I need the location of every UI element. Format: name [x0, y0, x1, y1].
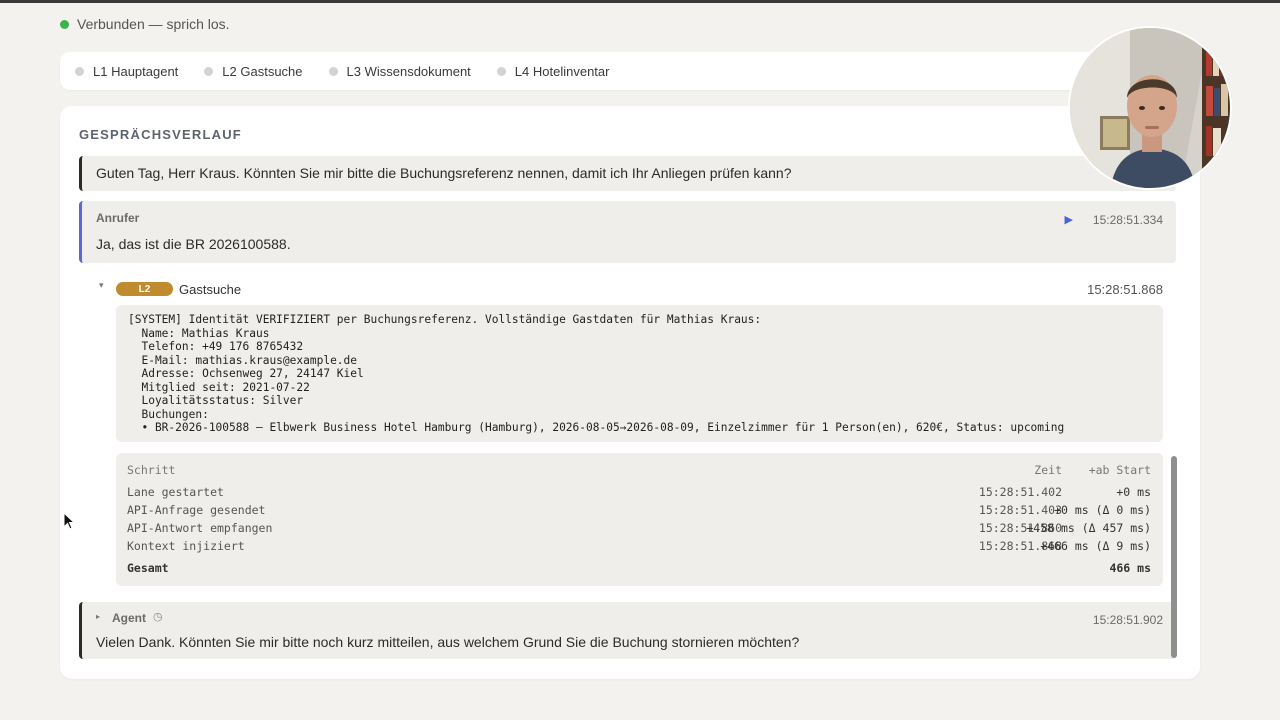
lane-dot-icon	[204, 66, 214, 76]
header-delta: +ab Start	[1088, 463, 1151, 477]
header-step: Schritt	[127, 463, 176, 477]
play-icon[interactable]: ▶	[1065, 213, 1073, 226]
timing-table: Schritt Zeit +ab Start Lane gestartet 15…	[116, 453, 1163, 586]
message-text: Vielen Dank. Könnten Sie mir bitte noch …	[96, 634, 800, 650]
status-dot-icon	[60, 19, 69, 29]
lane-label: L2 Gastsuche	[222, 63, 303, 79]
message-timestamp: 15:28:51.334	[1092, 213, 1163, 227]
tool-call-header[interactable]: ▾ L2 Gastsuche 15:28:51.868	[79, 280, 1176, 300]
timing-total-row: Gesamt 466 ms	[127, 561, 1151, 575]
timing-row: Lane gestartet 15:28:51.402 +0 ms	[127, 485, 1151, 499]
timing-row: API-Anfrage gesendet 15:28:51.403 +0 ms …	[127, 503, 1151, 517]
message-text: Ja, das ist die BR 2026100588.	[96, 236, 291, 252]
timing-delta: +0 ms (Δ 0 ms)	[1054, 503, 1151, 517]
timing-step: Kontext injiziert	[127, 539, 245, 553]
expand-caret-icon[interactable]: ▸	[96, 612, 100, 621]
timing-time: 15:28:51.402	[978, 485, 1062, 499]
caller-message: Anrufer ▶ 15:28:51.334 Ja, das ist die B…	[79, 201, 1176, 263]
scrollbar-thumb[interactable]	[1171, 456, 1177, 658]
timing-delta: +0 ms	[1116, 485, 1151, 499]
header-time: Zeit	[1034, 463, 1062, 477]
clock-icon: ◷	[153, 611, 163, 623]
speaker-label: Agent	[112, 611, 146, 625]
agent-message: Guten Tag, Herr Kraus. Könnten Sie mir b…	[79, 156, 1176, 191]
lane-l3[interactable]: L3 Wissensdokument	[328, 63, 471, 79]
timing-delta: +458 ms (Δ 457 ms)	[1026, 521, 1151, 535]
agent-message: ▸ Agent ◷ 15:28:51.902 Vielen Dank. Könn…	[79, 602, 1176, 659]
webcam-avatar	[1068, 26, 1232, 190]
tool-name: Gastsuche	[179, 282, 242, 297]
collapse-caret-icon[interactable]: ▾	[99, 280, 104, 291]
lane-badge: L2	[116, 282, 173, 296]
lane-l2[interactable]: L2 Gastsuche	[204, 63, 303, 79]
timing-header-row: Schritt Zeit +ab Start	[127, 463, 1151, 477]
panel-title: GESPRÄCHSVERLAUF	[79, 127, 242, 142]
lane-dot-icon	[328, 66, 338, 76]
total-label: Gesamt	[127, 561, 169, 575]
lane-l1[interactable]: L1 Hauptagent	[75, 64, 178, 79]
lane-label: L1 Hauptagent	[93, 63, 179, 79]
timing-time: 15:28:51.403	[978, 503, 1062, 517]
total-value: 466 ms	[1109, 561, 1151, 575]
timing-delta: +466 ms (Δ 9 ms)	[1040, 539, 1151, 553]
connection-status: Verbunden — sprich los.	[60, 14, 230, 34]
tool-timestamp: 15:28:51.868	[1087, 282, 1163, 297]
timing-step: API-Anfrage gesendet	[127, 503, 266, 517]
conversation-panel: GESPRÄCHSVERLAUF Guten Tag, Herr Kraus. …	[60, 106, 1200, 679]
lane-label: L4 Hotelinventar	[514, 63, 610, 79]
lane-dot-icon	[75, 66, 84, 76]
timing-row: Kontext injiziert 15:28:51.868 +466 ms (…	[127, 539, 1151, 553]
lane-label: L3 Wissensdokument	[346, 63, 471, 79]
lane-dot-icon	[496, 66, 506, 76]
timing-row: API-Antwort empfangen 15:28:51.860 +458 …	[127, 521, 1151, 535]
person-video-icon	[1070, 28, 1230, 188]
speaker-label: Anrufer	[96, 211, 140, 225]
top-bar	[0, 0, 1280, 3]
lane-l4[interactable]: L4 Hotelinventar	[496, 63, 610, 79]
tool-output-block: [SYSTEM] Identität VERIFIZIERT per Buchu…	[116, 305, 1163, 442]
message-timestamp: 15:28:51.902	[1092, 613, 1163, 627]
message-text: Guten Tag, Herr Kraus. Könnten Sie mir b…	[96, 165, 792, 181]
lane-bar: L1 Hauptagent L2 Gastsuche L3 Wissensdok…	[60, 52, 1200, 90]
mouse-pointer-icon	[63, 512, 75, 530]
status-text: Verbunden — sprich los.	[77, 16, 230, 32]
timing-step: API-Antwort empfangen	[127, 521, 273, 535]
conversation-scroll-area[interactable]: Guten Tag, Herr Kraus. Könnten Sie mir b…	[79, 156, 1176, 666]
timing-step: Lane gestartet	[127, 485, 224, 499]
